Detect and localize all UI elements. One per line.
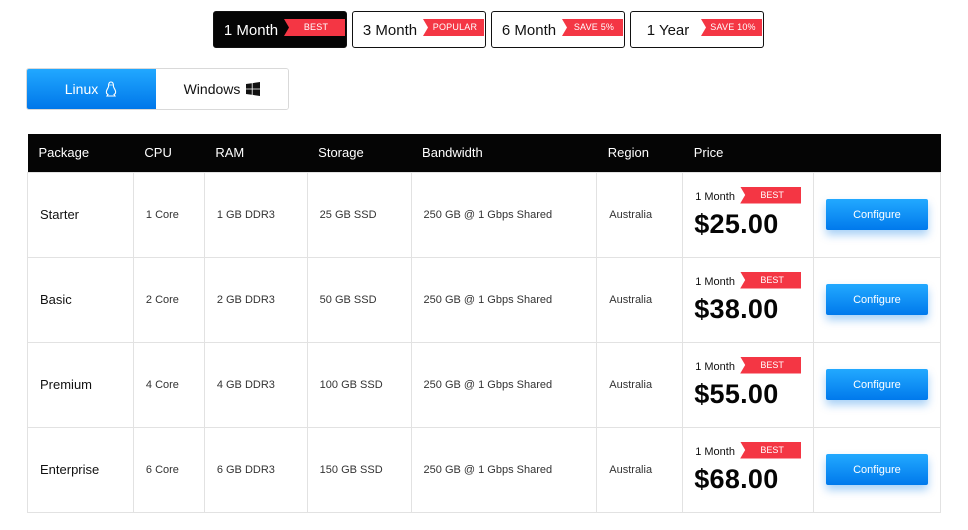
configure-button[interactable]: Configure	[825, 284, 928, 315]
storage-value: 150 GB SSD	[306, 426, 412, 513]
linux-penguin-icon	[106, 81, 117, 97]
table-row: Premium 4 Core 4 GB DDR3 100 GB SSD 250 …	[27, 341, 942, 428]
best-badge: BEST	[740, 271, 802, 289]
tab-3-month[interactable]: 3 Month POPULAR	[352, 11, 486, 48]
storage-value: 100 GB SSD	[306, 341, 412, 428]
windows-logo-icon	[246, 82, 261, 96]
table-row: Enterprise 6 Core 6 GB DDR3 150 GB SSD 2…	[27, 426, 942, 513]
cpu-value: 6 Core	[132, 426, 205, 513]
tab-label: Windows	[183, 81, 241, 97]
cpu-value: 1 Core	[132, 171, 205, 258]
pricing-table: Package CPU RAM Storage Bandwidth Region…	[27, 134, 942, 513]
cpu-value: 4 Core	[132, 341, 205, 428]
action-cell: Configure	[812, 426, 942, 513]
tab-label: 3 Month	[362, 22, 418, 39]
price-cell: 1 Month BEST $68.00	[682, 426, 814, 513]
bandwidth-value: 250 GB @ 1 Gbps Shared	[410, 426, 598, 513]
price-amount: $55.00	[694, 378, 779, 409]
price-period: 1 Month	[695, 275, 735, 288]
price-period: 1 Month	[695, 190, 735, 203]
tab-label: Linux	[64, 81, 99, 97]
region-value: Australia	[596, 341, 684, 428]
popular-badge: POPULAR	[423, 19, 484, 36]
tab-linux[interactable]: Linux	[27, 69, 156, 109]
table-row: Starter 1 Core 1 GB DDR3 25 GB SSD 250 G…	[27, 171, 942, 258]
header-package: Package	[38, 145, 90, 161]
header-action	[813, 134, 940, 172]
tab-label: 1 Month	[223, 22, 279, 39]
package-name: Starter	[27, 171, 134, 258]
package-name: Enterprise	[27, 426, 134, 513]
package-name: Premium	[27, 341, 134, 428]
tab-1-month[interactable]: 1 Month BEST	[213, 11, 347, 48]
region-value: Australia	[596, 171, 684, 258]
configure-button[interactable]: Configure	[825, 199, 928, 230]
bandwidth-value: 250 GB @ 1 Gbps Shared	[410, 171, 598, 258]
action-cell: Configure	[812, 171, 942, 258]
price-cell: 1 Month BEST $55.00	[682, 341, 814, 428]
billing-period-tabs: 1 Month BEST 3 Month POPULAR 6 Month SAV…	[213, 11, 764, 48]
cpu-value: 2 Core	[132, 256, 205, 343]
header-bandwidth: Bandwidth	[422, 145, 483, 161]
tab-1-year[interactable]: 1 Year SAVE 10%	[630, 11, 764, 48]
header-region: Region	[607, 145, 649, 161]
ram-value: 6 GB DDR3	[203, 426, 308, 513]
price-amount: $25.00	[694, 208, 779, 239]
action-cell: Configure	[812, 341, 942, 428]
configure-button[interactable]: Configure	[825, 369, 928, 400]
region-value: Australia	[596, 256, 684, 343]
price-amount: $68.00	[694, 463, 779, 494]
storage-value: 50 GB SSD	[306, 256, 412, 343]
price-period: 1 Month	[695, 360, 735, 373]
bandwidth-value: 250 GB @ 1 Gbps Shared	[410, 341, 598, 428]
storage-value: 25 GB SSD	[306, 171, 412, 258]
price-amount: $38.00	[694, 293, 779, 324]
price-cell: 1 Month BEST $25.00	[682, 171, 814, 258]
bandwidth-value: 250 GB @ 1 Gbps Shared	[410, 256, 598, 343]
configure-button[interactable]: Configure	[825, 454, 928, 485]
best-badge: BEST	[284, 19, 345, 36]
price-period: 1 Month	[695, 445, 735, 458]
region-value: Australia	[596, 426, 684, 513]
best-badge: BEST	[740, 186, 802, 204]
best-badge: BEST	[740, 441, 802, 459]
tab-6-month[interactable]: 6 Month SAVE 5%	[491, 11, 625, 48]
ram-value: 2 GB DDR3	[203, 256, 308, 343]
ram-value: 1 GB DDR3	[203, 171, 308, 258]
table-header-row: Package CPU RAM Storage Bandwidth Region…	[27, 134, 941, 172]
action-cell: Configure	[812, 256, 942, 343]
tab-windows[interactable]: Windows	[156, 69, 288, 109]
table-row: Basic 2 Core 2 GB DDR3 50 GB SSD 250 GB …	[27, 256, 942, 343]
best-badge: BEST	[740, 356, 802, 374]
tab-label: 6 Month	[501, 22, 557, 39]
package-name: Basic	[27, 256, 134, 343]
header-cpu: CPU	[144, 145, 172, 161]
header-ram: RAM	[215, 145, 245, 161]
header-price: Price	[693, 145, 724, 161]
ram-value: 4 GB DDR3	[203, 341, 308, 428]
tab-label: 1 Year	[646, 22, 690, 39]
header-storage: Storage	[318, 145, 364, 161]
price-cell: 1 Month BEST $38.00	[682, 256, 814, 343]
save-badge: SAVE 5%	[562, 19, 623, 36]
save-badge: SAVE 10%	[701, 19, 762, 36]
os-tabs: Linux Windows	[26, 68, 289, 110]
